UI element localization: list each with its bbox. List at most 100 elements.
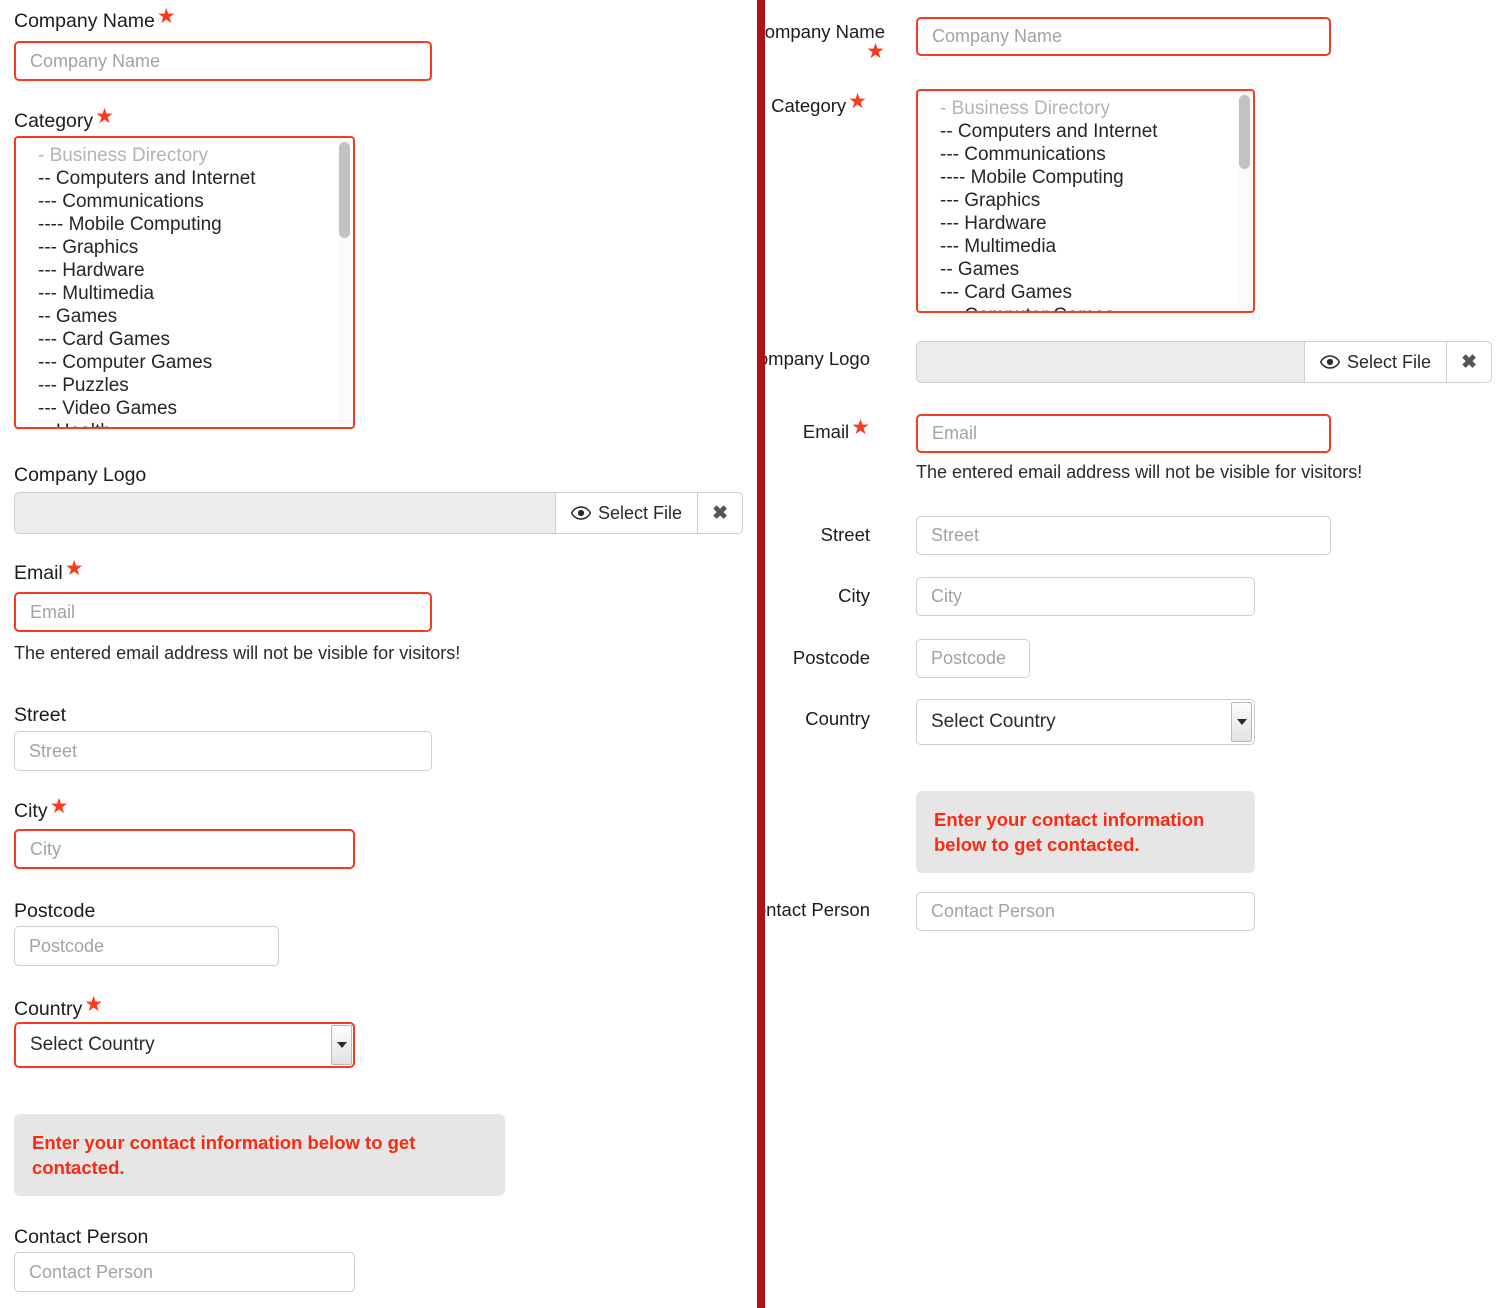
company-logo-label: Company Logo: [765, 347, 870, 371]
category-option[interactable]: -- Games: [918, 258, 1253, 281]
select-file-button[interactable]: Select File: [555, 492, 699, 534]
company-name-label: Company Name★: [765, 20, 885, 68]
category-option-list: - Business Directory -- Computers and Int…: [16, 138, 353, 427]
company-logo-filename-field[interactable]: [14, 492, 555, 534]
country-select[interactable]: Select Country: [14, 1022, 355, 1068]
category-option-list: - Business Directory -- Computers and Int…: [918, 91, 1253, 311]
postcode-input[interactable]: [916, 639, 1030, 678]
select-file-label: Select File: [1347, 351, 1432, 372]
city-input[interactable]: [14, 829, 355, 869]
contact-person-label: Contact Person: [765, 898, 870, 922]
city-input[interactable]: [916, 577, 1255, 616]
category-option[interactable]: --- Multimedia: [16, 282, 353, 305]
category-option[interactable]: --- Communications: [918, 143, 1253, 166]
category-option[interactable]: - Business Directory: [918, 97, 1253, 120]
category-listbox-scrollbar[interactable]: [1238, 93, 1251, 309]
category-option[interactable]: ---- Mobile Computing: [16, 213, 353, 236]
panel-divider: [757, 0, 765, 1308]
eye-icon: [1320, 355, 1340, 369]
email-input[interactable]: [14, 592, 432, 632]
category-option[interactable]: --- Puzzles: [16, 374, 353, 397]
street-label: Street: [14, 702, 66, 728]
category-option[interactable]: - Business Directory: [16, 144, 353, 167]
street-input[interactable]: [916, 516, 1331, 555]
country-select[interactable]: Select Country: [916, 699, 1255, 745]
country-select-value[interactable]: Select Country: [916, 699, 1255, 745]
category-option[interactable]: --- Hardware: [16, 259, 353, 282]
country-label-text: Country: [14, 998, 83, 1020]
postcode-label: Postcode: [765, 646, 870, 670]
contact-person-input[interactable]: [14, 1252, 355, 1292]
clear-file-button[interactable]: ✖: [1447, 341, 1493, 383]
category-option[interactable]: -- Health: [16, 420, 353, 427]
scrollbar-thumb[interactable]: [1239, 95, 1250, 169]
street-label: Street: [765, 523, 870, 547]
chevron-down-icon[interactable]: [1231, 702, 1252, 742]
contact-info-alert-text: Enter your contact information below to …: [934, 809, 1205, 855]
category-option[interactable]: --- Computer Games: [16, 351, 353, 374]
postcode-label-text: Postcode: [14, 900, 96, 922]
clear-file-button[interactable]: ✖: [698, 492, 744, 534]
street-label-text: Street: [820, 524, 870, 545]
category-label: Category★: [771, 89, 867, 116]
contact-info-alert: Enter your contact information below to …: [916, 791, 1255, 873]
category-option[interactable]: -- Games: [16, 305, 353, 328]
country-label: Country: [765, 707, 870, 731]
select-file-label: Select File: [598, 502, 683, 523]
company-name-input[interactable]: [14, 41, 432, 81]
category-listbox[interactable]: - Business Directory -- Computers and Int…: [916, 89, 1255, 313]
eye-icon: [571, 506, 591, 520]
category-option[interactable]: -- Computers and Internet: [918, 120, 1253, 143]
category-option[interactable]: --- Hardware: [918, 212, 1253, 235]
company-logo-label-text: Company Logo: [765, 348, 870, 369]
company-logo-upload-group: Select File ✖: [14, 492, 744, 534]
category-option[interactable]: --- Card Games: [16, 328, 353, 351]
close-icon: ✖: [1461, 351, 1477, 373]
street-label-text: Street: [14, 704, 67, 726]
company-name-input[interactable]: [916, 17, 1331, 56]
company-name-label-text: Company Name: [765, 21, 885, 42]
scrollbar-thumb[interactable]: [339, 142, 350, 238]
category-listbox-scrollbar[interactable]: [338, 140, 351, 425]
form-comparison-page: Company Name★ Category★ - Business Direc…: [0, 0, 1500, 1308]
category-option[interactable]: -- Computers and Internet: [16, 167, 353, 190]
category-option[interactable]: --- Communications: [16, 190, 353, 213]
country-select-value[interactable]: Select Country: [14, 1022, 355, 1068]
contact-person-label-text: Contact Person: [14, 1226, 149, 1248]
email-label-text: Email: [14, 562, 63, 584]
category-option[interactable]: --- Video Games: [16, 397, 353, 420]
category-label-text: Category: [14, 110, 94, 132]
contact-person-label: Contact Person: [14, 1224, 148, 1250]
company-logo-label: Company Logo: [14, 462, 146, 488]
category-option[interactable]: --- Computer Games: [918, 304, 1253, 311]
contact-person-input[interactable]: [916, 892, 1255, 931]
category-option[interactable]: --- Graphics: [918, 189, 1253, 212]
contact-person-label-text: Contact Person: [765, 899, 870, 920]
left-form-panel: Company Name★ Category★ - Business Direc…: [0, 0, 757, 1308]
city-label-text: City: [838, 585, 870, 606]
postcode-label-text: Postcode: [792, 647, 870, 668]
company-logo-filename-field[interactable]: [916, 341, 1304, 383]
category-option[interactable]: ---- Mobile Computing: [918, 166, 1253, 189]
email-label: Email★: [802, 415, 870, 442]
company-name-label: Company Name★: [14, 4, 176, 33]
company-name-label-text: Company Name: [14, 10, 155, 32]
contact-info-alert: Enter your contact information below to …: [14, 1114, 505, 1196]
street-input[interactable]: [14, 731, 432, 771]
city-label: City: [765, 584, 870, 608]
category-option[interactable]: --- Card Games: [918, 281, 1253, 304]
category-label-text: Category: [771, 95, 847, 116]
city-label: City★: [14, 794, 69, 823]
close-icon: ✖: [712, 502, 728, 524]
country-label: Country★: [14, 992, 104, 1021]
chevron-down-icon[interactable]: [331, 1025, 352, 1065]
postcode-label: Postcode: [14, 898, 95, 924]
category-option[interactable]: --- Graphics: [16, 236, 353, 259]
country-label-text: Country: [805, 708, 870, 729]
category-option[interactable]: --- Multimedia: [918, 235, 1253, 258]
email-help-text: The entered email address will not be vi…: [916, 462, 1363, 482]
category-listbox[interactable]: - Business Directory -- Computers and Int…: [14, 136, 355, 429]
email-input[interactable]: [916, 414, 1331, 453]
postcode-input[interactable]: [14, 926, 279, 966]
select-file-button[interactable]: Select File: [1304, 341, 1448, 383]
